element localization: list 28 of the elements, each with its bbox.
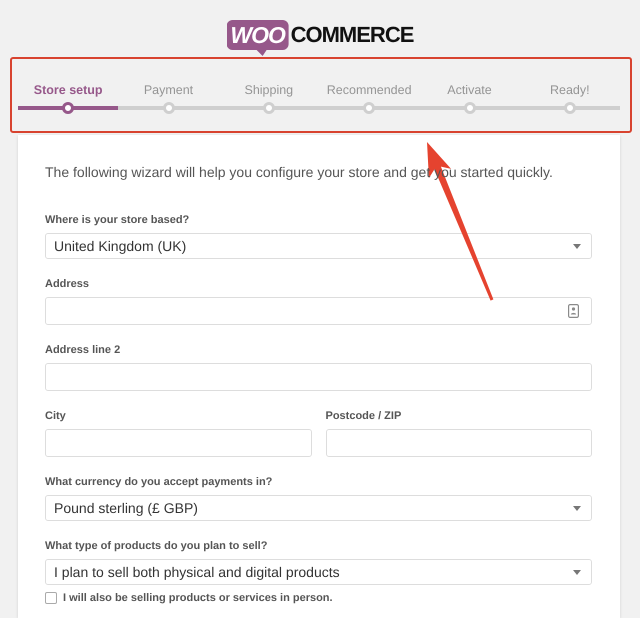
checkbox-label: I will also be selling products or services in person.: [63, 592, 333, 604]
caret-icon: [573, 506, 581, 510]
field-label: What currency do you accept payments in?: [45, 475, 272, 490]
logo-wordmark: COMMERCE: [290, 21, 414, 49]
step-label: Ready!: [550, 83, 590, 97]
select-field[interactable]: United Kingdom (UK): [45, 233, 592, 259]
field-label: Address line 2: [45, 343, 120, 358]
checkbox[interactable]: [45, 592, 57, 604]
field-label: Postcode / ZIP: [326, 409, 402, 424]
step-label: Payment: [144, 83, 194, 97]
caret-icon: [573, 570, 581, 574]
select-field[interactable]: I plan to sell both physical and digital products: [45, 559, 592, 585]
field-label: Address: [45, 277, 90, 292]
input-field[interactable]: [326, 429, 592, 457]
logo-badge: WOO: [226, 20, 289, 56]
step-label: Store setup: [34, 83, 103, 97]
input-field[interactable]: [45, 363, 592, 391]
field-label: City: [45, 409, 66, 424]
step-label: Recommended: [326, 83, 412, 97]
input-field[interactable]: [45, 429, 312, 457]
select-field[interactable]: Pound sterling (£ GBP): [45, 495, 592, 521]
field-label: Where is your store based?: [45, 213, 190, 228]
step-label: Shipping: [244, 83, 294, 97]
input-field[interactable]: [45, 297, 592, 325]
caret-icon: [573, 244, 581, 248]
field-label: What type of products do you plan to sell?: [45, 539, 268, 554]
step-marker-icon: [62, 102, 74, 114]
step-label: Activate: [447, 83, 492, 97]
